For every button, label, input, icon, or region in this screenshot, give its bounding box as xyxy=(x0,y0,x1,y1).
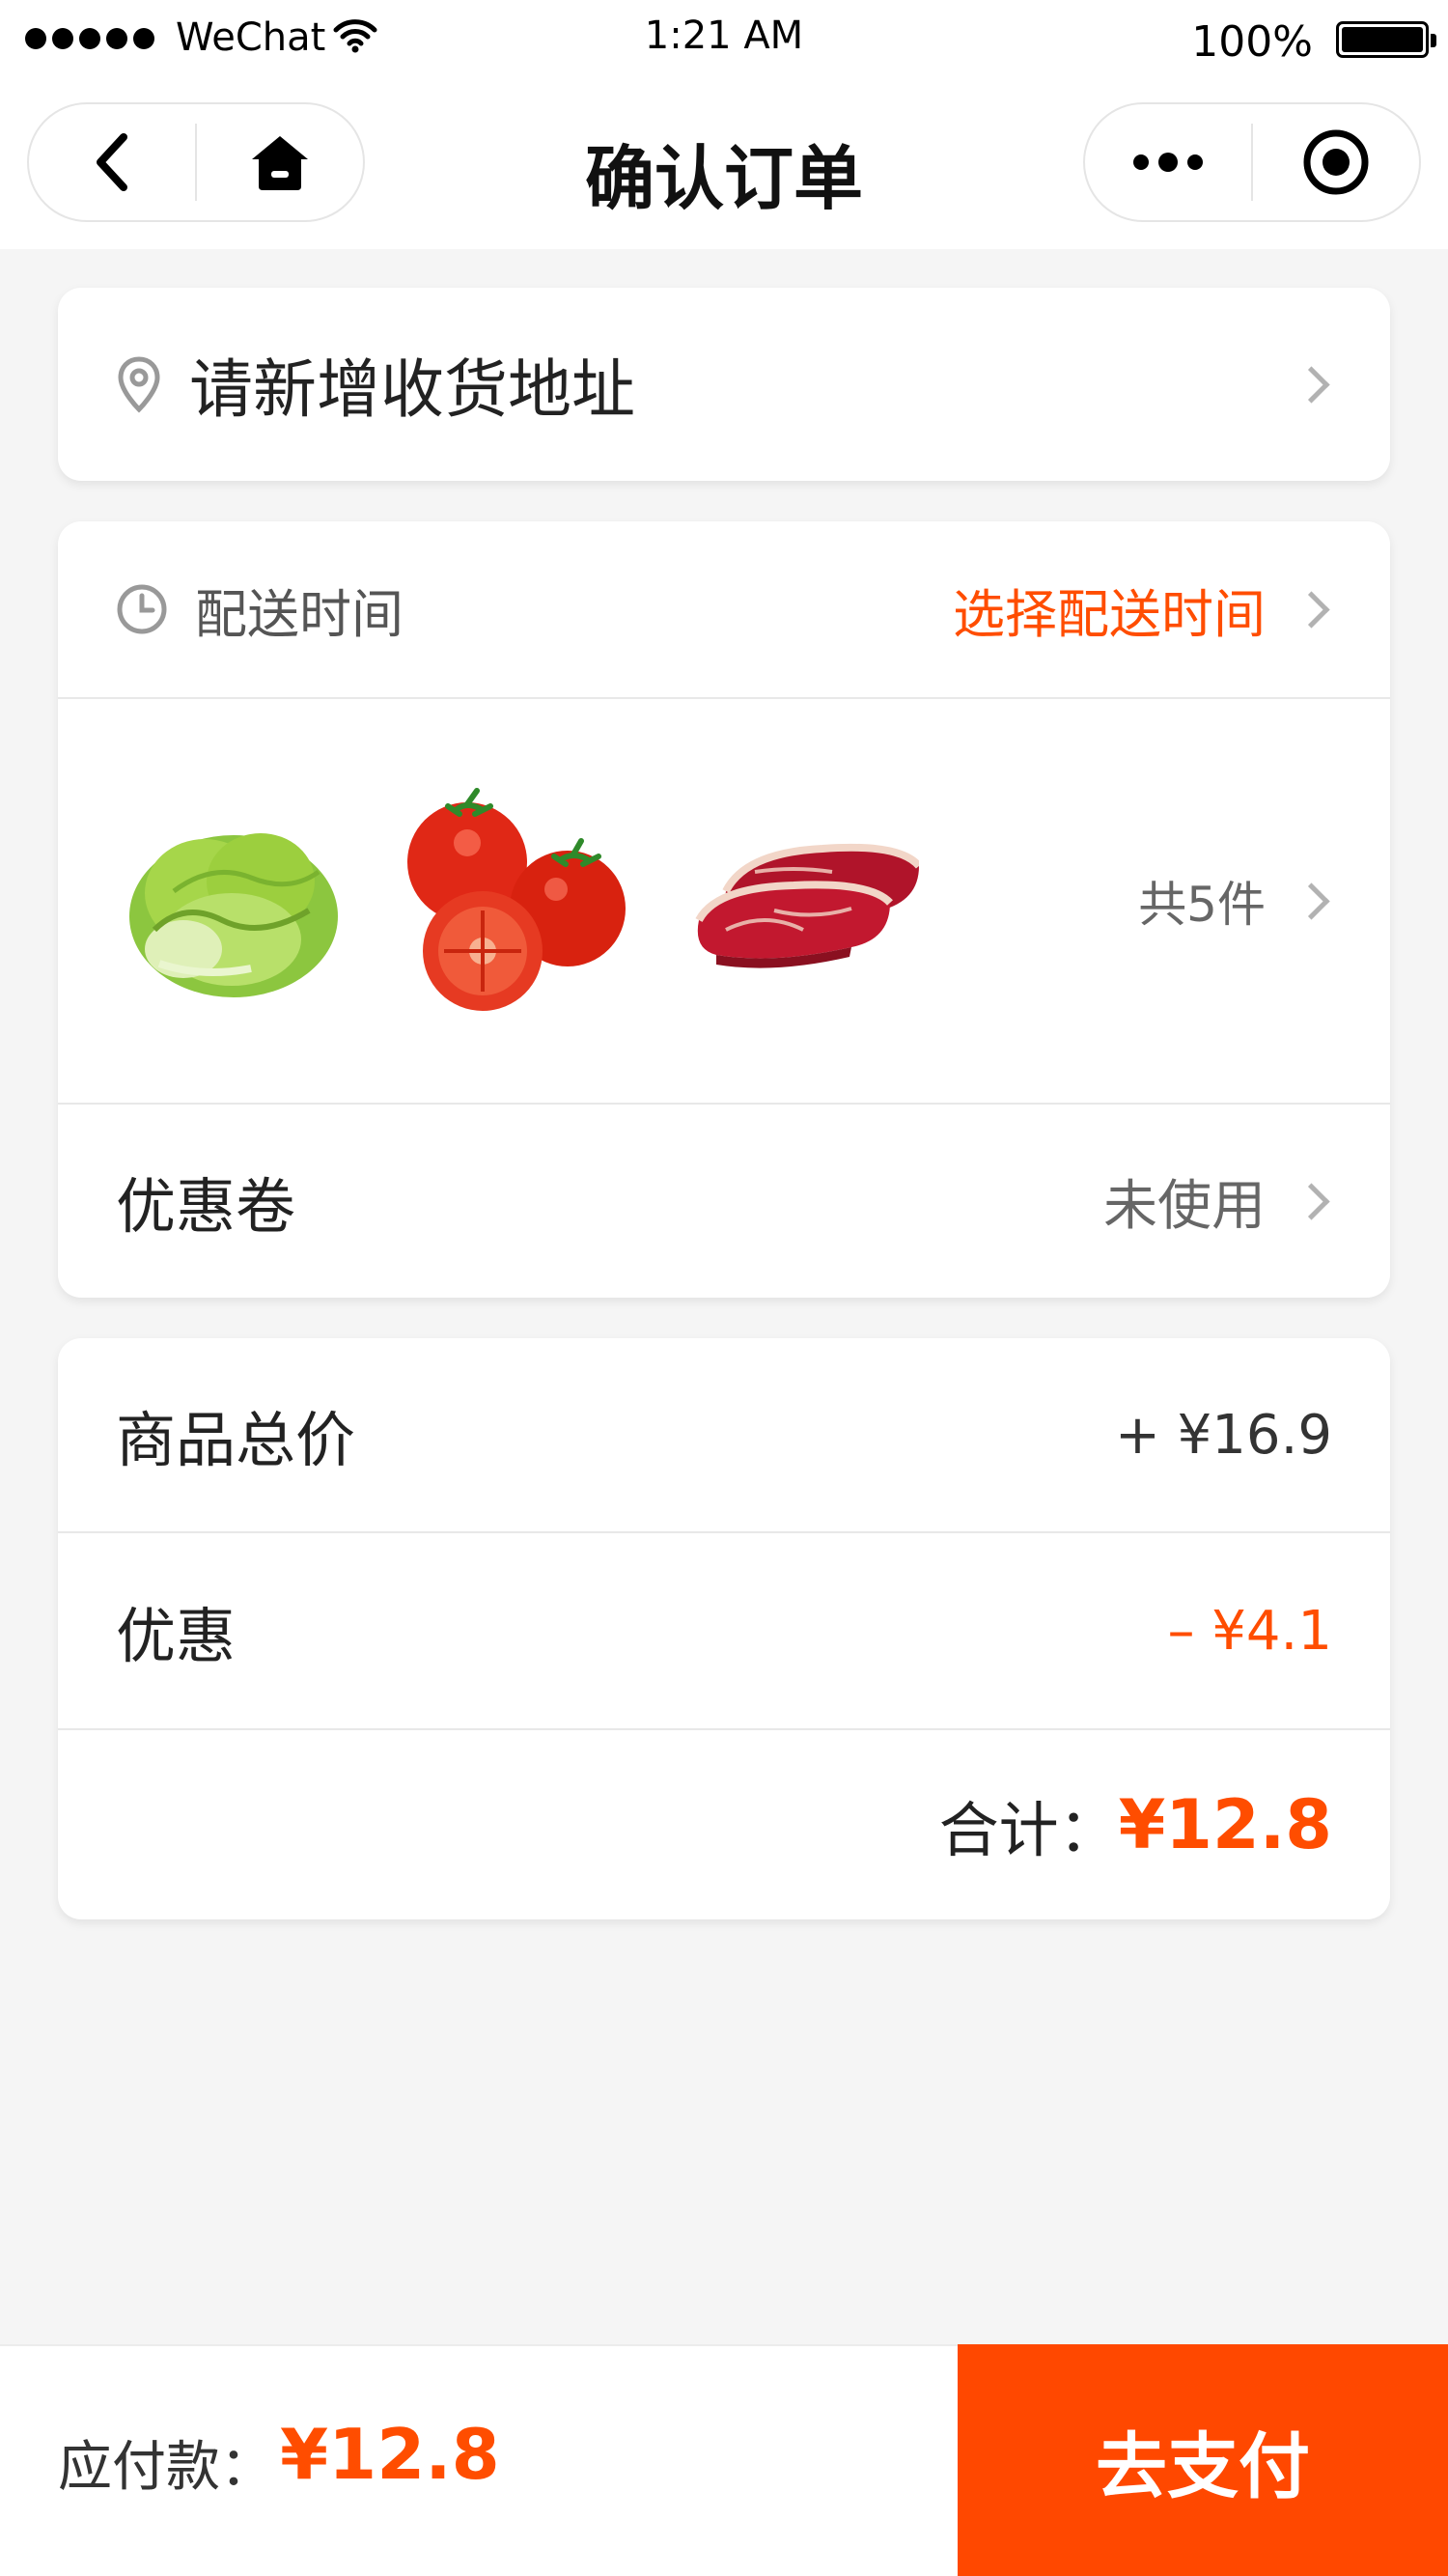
clock-icon xyxy=(117,584,167,634)
close-miniprogram-button[interactable] xyxy=(1253,104,1419,220)
battery-percentage: 100% xyxy=(1191,17,1313,67)
subtotal-label: 商品总价 xyxy=(116,1405,356,1475)
amount-due-value: ¥12.8 xyxy=(280,2414,500,2495)
amount-due-label: 应付款： xyxy=(58,2436,274,2499)
discount-label: 优惠 xyxy=(116,1601,237,1671)
total-value: ¥12.8 xyxy=(1118,1785,1332,1864)
top-area: WeChat 1:21 AM 100% 确认订单 xyxy=(0,0,1448,249)
chevron-right-icon xyxy=(1293,590,1330,629)
chevron-right-icon xyxy=(1293,365,1330,404)
product-list-row[interactable]: 共5件 xyxy=(58,697,1390,1103)
delivery-time-label: 配送时间 xyxy=(195,583,404,645)
coupon-status: 未使用 xyxy=(1103,1174,1266,1238)
product-count: 共5件 xyxy=(1138,877,1266,933)
status-bar: WeChat 1:21 AM 100% xyxy=(0,0,1448,83)
subtotal-row: 商品总价 + ¥16.9 xyxy=(58,1338,1390,1531)
product-thumbnails xyxy=(116,785,919,1017)
close-target-icon xyxy=(1303,129,1369,195)
subtotal-value: + ¥16.9 xyxy=(1114,1403,1332,1467)
chevron-right-icon xyxy=(1293,882,1330,920)
chevron-right-icon xyxy=(1293,1182,1330,1220)
total-row: 合计： ¥12.8 xyxy=(58,1728,1390,1919)
product-image-tomatoes xyxy=(402,785,633,1017)
discount-row: 优惠 – ¥4.1 xyxy=(58,1531,1390,1728)
payment-bar: 应付款： ¥12.8 去支付 xyxy=(0,2344,1448,2576)
address-card[interactable]: 请新增收货地址 xyxy=(58,288,1390,481)
order-detail-card: 配送时间 选择配送时间 共5件 优惠卷 未使用 xyxy=(58,521,1390,1298)
price-summary-card: 商品总价 + ¥16.9 优惠 – ¥4.1 合计： ¥12.8 xyxy=(58,1338,1390,1919)
product-image-lettuce xyxy=(116,785,348,1017)
nav-right-capsule xyxy=(1083,102,1421,222)
more-button[interactable] xyxy=(1085,104,1251,220)
total-label: 合计： xyxy=(938,1795,1119,1865)
select-delivery-time[interactable]: 选择配送时间 xyxy=(953,572,1266,648)
product-image-beef xyxy=(687,785,919,1017)
pay-button[interactable]: 去支付 xyxy=(958,2344,1448,2576)
delivery-time-row[interactable]: 配送时间 选择配送时间 xyxy=(58,521,1390,697)
battery-icon xyxy=(1336,21,1436,58)
coupon-row[interactable]: 优惠卷 未使用 xyxy=(58,1103,1390,1298)
address-placeholder: 请新增收货地址 xyxy=(189,352,635,427)
more-icon xyxy=(1133,153,1203,172)
location-pin-icon xyxy=(118,356,160,413)
coupon-label: 优惠卷 xyxy=(116,1171,296,1242)
discount-value: – ¥4.1 xyxy=(1167,1599,1333,1663)
navigation-bar: 确认订单 xyxy=(0,97,1448,232)
address-row[interactable]: 请新增收货地址 xyxy=(58,288,1390,481)
